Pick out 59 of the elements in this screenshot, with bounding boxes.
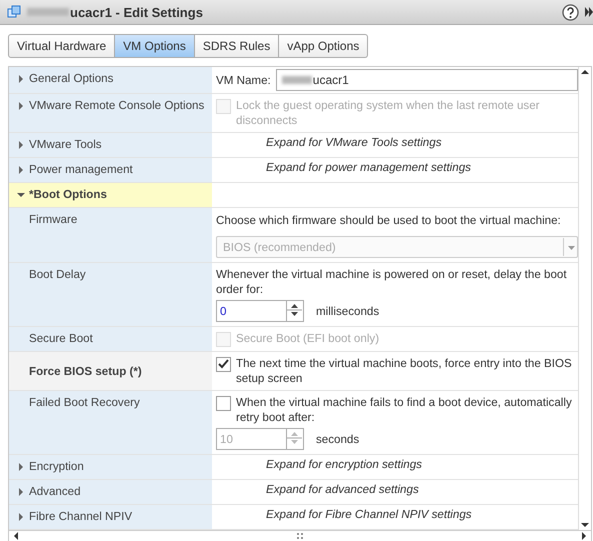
caret-right-icon[interactable] (17, 166, 25, 174)
section-header[interactable]: Encryption (9, 455, 212, 479)
scroll-right-icon[interactable] (581, 532, 587, 540)
number-field[interactable]: 0 (216, 300, 304, 322)
checkbox-label: Secure Boot (EFI boot only) (236, 331, 380, 346)
caret-right-icon[interactable] (17, 141, 25, 149)
setting-name: Boot Delay (9, 263, 212, 326)
section-header[interactable]: Power management (9, 158, 212, 182)
section-label: Fibre Channel NPIV (28, 509, 132, 524)
checkmark-icon (218, 359, 229, 370)
hint-text: Expand for advanced settings (265, 482, 420, 497)
section-header[interactable]: *Boot Options (9, 183, 212, 207)
checkbox-label: The next time the virtual machine boots, force entry into the BIOS setup screen (236, 356, 573, 386)
section-label: General Options (28, 71, 114, 86)
section-header[interactable]: Fibre Channel NPIV (9, 505, 212, 529)
scroll-down-icon[interactable] (581, 520, 590, 530)
section-label: Advanced (28, 484, 81, 499)
scroll-left-icon[interactable] (13, 532, 19, 540)
section-label: *Boot Options (28, 187, 107, 202)
description-text: Choose which firmware should be used to boot the virtual machine: (216, 213, 562, 228)
section-header[interactable]: Advanced (9, 480, 212, 504)
window-title: ucacr1 - Edit Settings (27, 4, 556, 20)
caret-right-icon[interactable] (17, 75, 25, 83)
section-header[interactable]: General Options (9, 67, 212, 93)
setting-name: Firmware (9, 208, 212, 262)
tab[interactable]: VM Options (115, 34, 195, 58)
checkbox[interactable] (216, 357, 231, 372)
field-label: VM Name: (216, 72, 271, 88)
section-label: VMware Remote Console Options (28, 98, 204, 113)
caret-right-icon[interactable] (17, 513, 25, 521)
grip-icon[interactable] (297, 533, 303, 539)
checkbox-label: Lock the guest operating system when the last remote user disconnects (236, 98, 541, 128)
name-field[interactable]: ucacr1 (276, 69, 578, 91)
checkbox[interactable] (216, 396, 231, 411)
unit-label: milliseconds (316, 304, 380, 318)
setting-name: Force BIOS setup (*) (9, 352, 212, 390)
setting-name: Secure Boot (9, 327, 212, 351)
section-label: Encryption (28, 459, 84, 474)
tab[interactable]: Virtual Hardware (8, 34, 116, 58)
tab[interactable]: SDRS Rules (194, 34, 280, 58)
section-label: VMware Tools (28, 137, 102, 152)
hint-text: Expand for encryption settings (265, 457, 423, 472)
section-header[interactable]: VMware Tools (9, 133, 212, 157)
hint-text: Expand for power management settings (265, 160, 472, 175)
setting-name: Failed Boot Recovery (9, 391, 212, 454)
hint-text: Expand for VMware Tools settings (265, 135, 442, 150)
double-arrow-icon[interactable] (585, 6, 593, 18)
description-text: Whenever the virtual machine is powered on or reset, delay the boot order for: (216, 267, 568, 297)
section-label: Power management (28, 162, 133, 177)
hint-text: Expand for Fibre Channel NPIV settings (265, 507, 473, 522)
scroll-up-icon[interactable] (581, 67, 590, 77)
unit-label: seconds (316, 432, 360, 446)
caret-right-icon[interactable] (17, 488, 25, 496)
virtual-machine-icon (7, 5, 21, 19)
help-icon[interactable] (562, 4, 579, 20)
tab[interactable]: vApp Options (279, 34, 368, 58)
caret-down-icon[interactable] (17, 191, 25, 199)
checkbox-label: When the virtual machine fails to find a boot device, automatically retry boot after: (236, 395, 573, 425)
caret-right-icon[interactable] (17, 463, 25, 471)
